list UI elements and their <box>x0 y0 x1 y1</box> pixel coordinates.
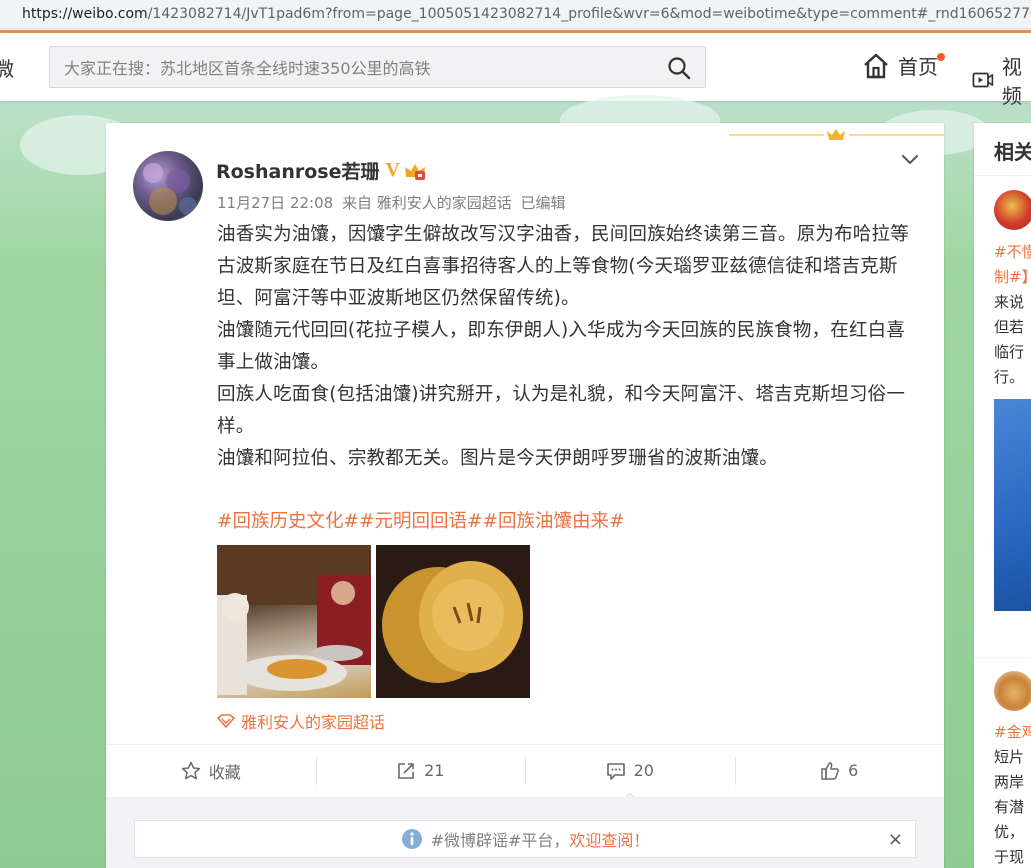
recommend-line: #不懂 <box>994 243 1031 261</box>
recommend-line: 有潜 <box>994 798 1025 816</box>
post-source[interactable]: 来自 雅利安人的家园超话 <box>342 194 512 212</box>
sidebar-title: 相关推荐 <box>994 140 1031 164</box>
nav-video-label: 视频 <box>1001 55 1022 108</box>
image-oil-bread-art <box>382 561 523 683</box>
favorite-button[interactable]: 收藏 <box>106 745 316 796</box>
repost-count: 21 <box>424 761 445 780</box>
recommend-line: 来说 <box>994 293 1025 311</box>
chevron-down-icon[interactable] <box>900 149 920 169</box>
video-icon <box>972 72 994 88</box>
author-name-text: Roshanrose若珊 <box>216 161 380 183</box>
url-host: https://weibo.com <box>22 5 148 22</box>
post-paragraph: 油馕和阿拉伯、宗教都无关。图片是今天伊朗呼罗珊省的波斯油馕。 <box>217 448 779 469</box>
post-image-women-frying[interactable] <box>217 545 371 698</box>
divider <box>974 657 1031 658</box>
recommend-avatar[interactable] <box>994 671 1031 711</box>
comment-count: 20 <box>633 761 654 780</box>
share-icon <box>398 762 414 779</box>
recommend-line: 但若 <box>994 318 1025 336</box>
divider <box>974 175 1031 176</box>
post-hashtags[interactable]: #回族历史文化##元明回回语##回族油馕由来# <box>217 507 625 533</box>
recommend-image[interactable] <box>994 399 1031 611</box>
comment-icon <box>606 762 625 780</box>
recommend-line: 临行 <box>994 343 1025 361</box>
post-actions: 收藏 21 20 6 <box>106 744 944 796</box>
recommend-line: 优， <box>994 823 1025 841</box>
member-crown-icon <box>404 163 425 180</box>
image-women-frying-art <box>217 545 371 695</box>
recommend-line: 两岸 <box>994 773 1025 791</box>
search-input[interactable]: 大家正在搜：苏北地区首条全线时速350公里的高铁 <box>49 46 706 88</box>
recommend-sidebar: 相关推荐 #不懂 制#】 来说 但若 临行 行。 #金鸡 短片 两岸 有潜 优，… <box>974 123 1031 868</box>
nav-home-link[interactable]: 首页 <box>862 51 945 80</box>
weibo-post-card: Roshanrose若珊 V 11月27日 22:08 来自 雅利安人的家园超话… <box>106 123 944 868</box>
recommend-line: 短片 <box>994 748 1025 766</box>
repost-button[interactable]: 21 <box>315 745 526 796</box>
home-icon <box>864 53 888 78</box>
verified-badge: V <box>385 159 400 181</box>
url-path: /1423082714/JvT1pad6m?from=page_10050514… <box>147 5 1031 22</box>
close-icon[interactable]: × <box>888 829 903 850</box>
notice-link[interactable]: 欢迎查阅！ <box>569 827 649 851</box>
recommend-text[interactable]: #金鸡 短片 两岸 有潜 优， 于现 <box>994 720 1031 868</box>
info-icon <box>401 829 422 849</box>
like-button[interactable]: 6 <box>734 745 945 796</box>
topic-link-label: 雅利安人的家园超话 <box>241 713 386 732</box>
recommend-line: 制#】 <box>994 268 1031 286</box>
post-paragraph: 油馕随元代回回(花拉子模人，即东伊朗人)入华成为今天回族的民族食物，在红白喜事上… <box>217 320 906 373</box>
post-paragraph: 油香实为油馕，因馕字生僻故改写汉字油香，民间回族始终读第三音。原为布哈拉等古波斯… <box>217 224 909 309</box>
star-icon <box>181 761 200 779</box>
recommend-line: 于现 <box>994 848 1025 866</box>
recommend-avatar[interactable] <box>994 190 1031 230</box>
recommend-line: 行。 <box>994 368 1025 386</box>
nav-home-label: 首页 <box>898 55 938 79</box>
top-nav: 微 大家正在搜：苏北地区首条全线时速350公里的高铁 首页 视频 <box>0 33 1031 108</box>
comment-area: #微博辟谣#平台， 欢迎查阅！ × <box>106 797 944 868</box>
post-body: 油香实为油馕，因馕字生僻故改写汉字油香，民间回族始终读第三音。原为布哈拉等古波斯… <box>217 219 917 475</box>
super-topic-icon <box>217 714 235 728</box>
search-placeholder: 大家正在搜：苏北地区首条全线时速350公里的高铁 <box>64 59 431 78</box>
topic-link[interactable]: 雅利安人的家园超话 <box>217 709 385 733</box>
search-icon[interactable] <box>667 56 691 80</box>
favorite-label: 收藏 <box>208 762 241 782</box>
recommend-text[interactable]: #不懂 制#】 来说 但若 临行 行。 <box>994 240 1031 390</box>
edited-label: 已编辑 <box>520 194 566 212</box>
comment-button[interactable]: 20 <box>525 745 735 796</box>
post-time[interactable]: 11月27日 22:08 <box>217 194 333 212</box>
avatar-art <box>143 163 197 215</box>
notification-dot <box>937 53 945 61</box>
nav-video-link[interactable]: 视频 <box>972 51 1031 109</box>
like-count: 6 <box>848 761 859 780</box>
author-name[interactable]: Roshanrose若珊 V <box>216 157 427 184</box>
author-avatar[interactable] <box>133 151 203 221</box>
recommend-line: #金鸡 <box>994 723 1031 741</box>
post-meta: 11月27日 22:08 来自 雅利安人的家园超话 已编辑 <box>217 192 570 213</box>
rumor-notice-bar[interactable]: #微博辟谣#平台， 欢迎查阅！ × <box>134 820 916 858</box>
thumbs-up-icon <box>821 761 840 780</box>
post-paragraph: 回族人吃面食(包括油馕)讲究掰开，认为是礼貌，和今天阿富汗、塔吉克斯坦习俗一样。 <box>217 384 906 437</box>
notice-prefix: #微博辟谣#平台， <box>430 831 570 850</box>
address-bar[interactable]: https://weibo.com/1423082714/JvT1pad6m?f… <box>0 0 1031 30</box>
post-image-oil-bread[interactable] <box>376 545 530 698</box>
logo-fragment[interactable]: 微 <box>0 53 14 82</box>
crown-decoration-icon <box>729 129 944 140</box>
